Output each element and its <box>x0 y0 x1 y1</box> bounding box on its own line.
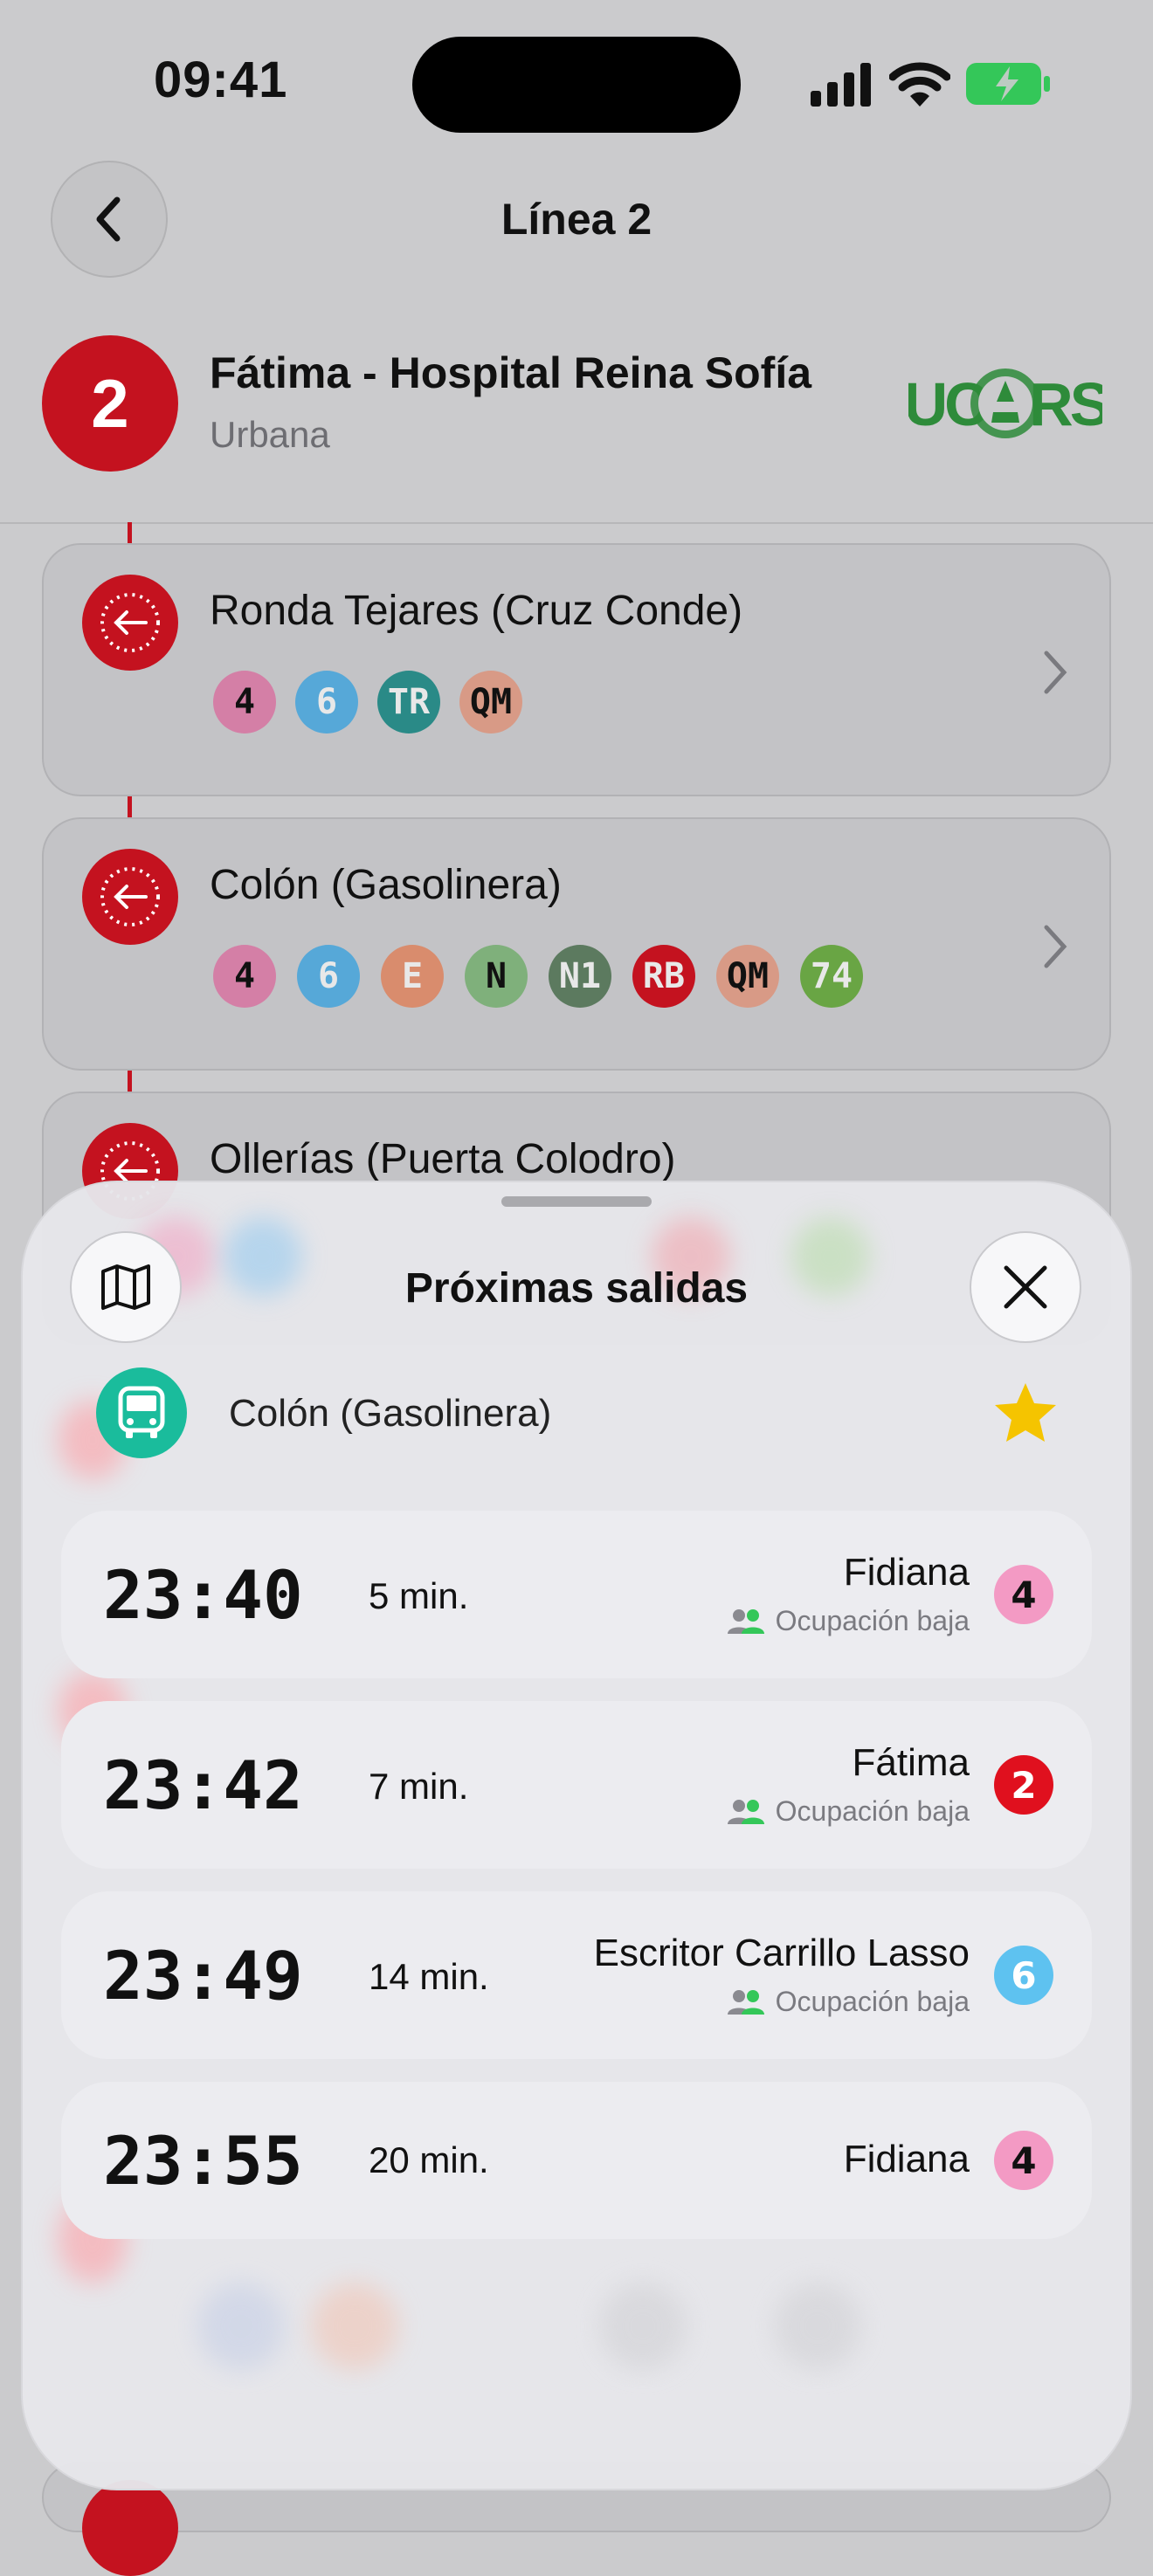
dynamic-island <box>412 37 741 133</box>
line-chip: E <box>381 945 444 1008</box>
line-badge: 2 <box>42 335 178 472</box>
departure-minutes: 5 min. <box>369 1575 469 1616</box>
cellular-signal-icon <box>811 63 871 107</box>
battery-charging-icon <box>966 63 1050 105</box>
departure-time: 23:42 <box>103 1746 303 1824</box>
departure-destination: Fátima <box>852 1741 970 1784</box>
line-chip: TR <box>377 671 440 734</box>
chevron-right-icon <box>1044 925 1067 968</box>
line-chip: RB <box>632 945 695 1008</box>
wifi-icon <box>889 62 950 107</box>
line-badge: 4 <box>994 1565 1053 1624</box>
stop-card-ronda-tejares[interactable] <box>42 543 1111 796</box>
stop-name: Ollerías (Puerta Colodro) <box>210 1136 676 1182</box>
stop-arrow-icon <box>82 575 178 671</box>
stop-name: Ronda Tejares (Cruz Conde) <box>210 588 743 634</box>
departure-row[interactable]: 23:55 20 min. Fidiana 4 <box>61 2082 1092 2239</box>
departure-minutes: 20 min. <box>369 2139 489 2180</box>
line-chip: QM <box>716 945 779 1008</box>
departure-time: 23:55 <box>103 2122 303 2200</box>
line-chip: 6 <box>295 671 358 734</box>
chevron-right-icon <box>1044 651 1067 694</box>
stop-arrow-icon <box>82 849 178 945</box>
stop-name: Colón (Gasolinera) <box>210 862 562 908</box>
occupancy-label: Ocupación baja <box>775 1986 970 2017</box>
stop-arrow-icon <box>82 2480 178 2576</box>
page-title: Línea 2 <box>501 195 652 244</box>
stop-card-colon[interactable] <box>42 817 1111 1071</box>
departure-minutes: 7 min. <box>369 1766 469 1807</box>
occupancy-status: Ocupación baja <box>727 1986 970 2018</box>
status-time: 09:41 <box>154 52 288 108</box>
line-chip: 6 <box>297 945 360 1008</box>
route-type: Urbana <box>210 414 330 455</box>
line-badge: 2 <box>994 1755 1053 1815</box>
departure-row[interactable]: 23:42 7 min. Fátima Ocupación baja 2 <box>61 1701 1092 1869</box>
route-name: Fátima - Hospital Reina Sofía <box>210 348 812 397</box>
line-badge: 4 <box>994 2131 1053 2190</box>
departure-row[interactable]: 23:40 5 min. Fidiana Ocupación baja 4 <box>61 1511 1092 1678</box>
people-icon <box>727 1799 764 1824</box>
operator-logo: AUCORSA <box>908 368 1102 438</box>
close-button[interactable] <box>970 1231 1081 1343</box>
departure-time: 23:40 <box>103 1556 303 1634</box>
sheet-grabber[interactable] <box>501 1196 652 1207</box>
header-divider <box>0 522 1153 524</box>
occupancy-label: Ocupación baja <box>775 1605 970 1636</box>
line-chip: 4 <box>213 671 276 734</box>
occupancy-status: Ocupación baja <box>727 1605 970 1637</box>
line-chip: N1 <box>549 945 611 1008</box>
selected-stop-name: Colón (Gasolinera) <box>229 1392 552 1435</box>
departure-destination: Escritor Carrillo Lasso <box>593 1932 970 1974</box>
departure-minutes: 14 min. <box>369 1956 489 1997</box>
bus-icon <box>96 1367 187 1458</box>
departure-row[interactable]: 23:49 14 min. Escritor Carrillo Lasso Oc… <box>61 1891 1092 2059</box>
stop-lines: 4 6 TR QM <box>213 671 522 734</box>
line-chip: N <box>465 945 528 1008</box>
line-chip: 74 <box>800 945 863 1008</box>
departure-time: 23:49 <box>103 1937 303 2015</box>
occupancy-label: Ocupación baja <box>775 1795 970 1827</box>
close-icon <box>1004 1265 1047 1309</box>
star-icon[interactable] <box>992 1380 1059 1446</box>
people-icon <box>727 1608 764 1634</box>
departure-destination: Fidiana <box>843 1551 970 1594</box>
people-icon <box>727 1989 764 2015</box>
line-badge: 6 <box>994 1946 1053 2005</box>
departure-destination: Fidiana <box>843 2138 970 2180</box>
line-chip: QM <box>459 671 522 734</box>
occupancy-status: Ocupación baja <box>727 1795 970 1828</box>
line-chip: 4 <box>213 945 276 1008</box>
stop-lines: 4 6 E N N1 RB QM 74 <box>213 945 863 1008</box>
